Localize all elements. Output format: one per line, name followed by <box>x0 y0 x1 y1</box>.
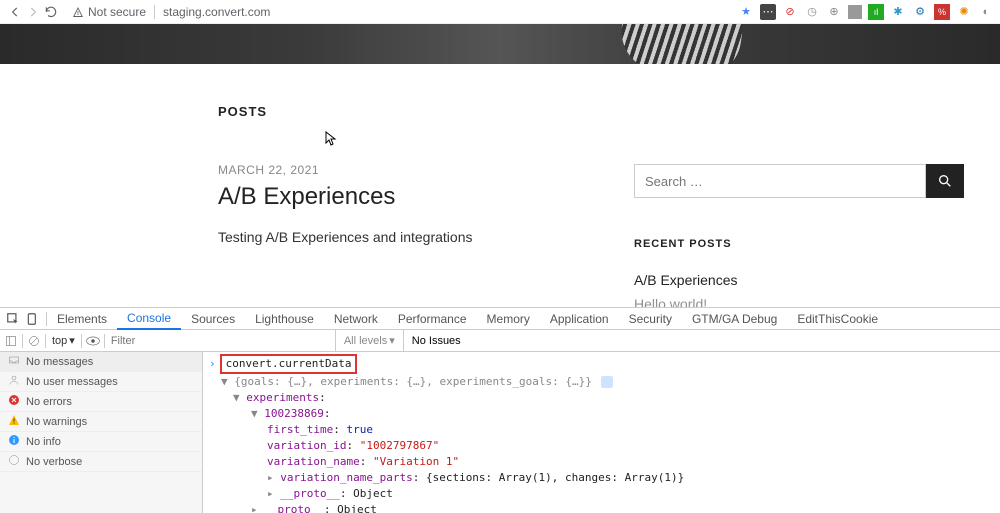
ext-icon[interactable]: ⊕ <box>826 4 842 20</box>
console-toolbar: top▾ All levels▾ No Issues <box>0 330 1000 352</box>
devtools-tab-memory[interactable]: Memory <box>477 308 540 330</box>
devtools-tab-gtmgadebug[interactable]: GTM/GA Debug <box>682 308 787 330</box>
inbox-icon <box>8 354 20 369</box>
warning-icon <box>8 414 20 429</box>
console-sidebar: No messagesNo user messagesNo errorsNo w… <box>0 352 203 513</box>
devtools-tab-application[interactable]: Application <box>540 308 619 330</box>
ext-icon[interactable]: ◷ <box>804 4 820 20</box>
device-icon[interactable] <box>26 312 40 326</box>
console-filter-user[interactable]: No user messages <box>0 372 202 392</box>
prompt-caret-icon: › <box>209 356 216 372</box>
recent-posts-title: RECENT POSTS <box>634 238 964 250</box>
console-filter-error[interactable]: No errors <box>0 392 202 412</box>
devtools-tab-lighthouse[interactable]: Lighthouse <box>245 308 324 330</box>
verbose-icon <box>8 454 20 469</box>
ext-icon[interactable] <box>848 5 862 19</box>
security-indicator[interactable]: Not secure <box>72 5 146 19</box>
ext-icon[interactable]: ⋯ <box>760 4 776 20</box>
inspect-icon[interactable] <box>6 312 20 326</box>
header-image <box>0 24 1000 64</box>
chevron-down-icon: ▾ <box>389 334 395 347</box>
page-content: POSTS MARCH 22, 2021 A/B Experiences Tes… <box>0 64 1000 316</box>
devtools-tab-editthiscookie[interactable]: EditThisCookie <box>787 308 888 330</box>
forward-button[interactable] <box>24 5 42 19</box>
browser-toolbar: Not secure staging.convert.com ★ ⋯ ⊘ ◷ ⊕… <box>0 0 1000 24</box>
sidebar-toggle-icon[interactable] <box>0 335 22 347</box>
section-title: POSTS <box>218 104 620 119</box>
log-levels-dropdown[interactable]: All levels▾ <box>335 330 404 352</box>
ext-icon[interactable]: ⚙ <box>912 4 928 20</box>
console-filter-inbox[interactable]: No messages <box>0 352 202 372</box>
no-issues-label[interactable]: No Issues <box>404 335 469 347</box>
post-excerpt: Testing A/B Experiences and integrations <box>218 229 620 245</box>
search-form <box>634 164 964 198</box>
recent-post-link[interactable]: A/B Experiences <box>634 268 964 292</box>
devtools-tab-sources[interactable]: Sources <box>181 308 245 330</box>
reload-button[interactable] <box>42 5 60 19</box>
console-filter-verbose[interactable]: No verbose <box>0 452 202 472</box>
address-url[interactable]: staging.convert.com <box>163 5 270 19</box>
devtools-tab-elements[interactable]: Elements <box>47 308 117 330</box>
ext-icon[interactable]: % <box>934 4 950 20</box>
not-secure-label: Not secure <box>88 5 146 19</box>
search-button[interactable] <box>926 164 964 198</box>
address-separator <box>154 5 155 19</box>
devtools-tabs: ElementsConsoleSourcesLighthouseNetworkP… <box>0 308 1000 330</box>
devtools-tab-performance[interactable]: Performance <box>388 308 477 330</box>
console-output[interactable]: › convert.currentData ▼ {goals: {…}, exp… <box>203 352 1000 513</box>
main-column: POSTS MARCH 22, 2021 A/B Experiences Tes… <box>0 104 620 316</box>
blog-sidebar: RECENT POSTS A/B Experiences Hello world… <box>634 104 964 316</box>
console-command: convert.currentData <box>220 354 358 374</box>
user-icon <box>8 374 20 389</box>
live-expression-icon[interactable] <box>82 336 104 346</box>
star-icon[interactable]: ★ <box>738 4 754 20</box>
search-input[interactable] <box>634 164 926 198</box>
info-icon <box>8 434 20 449</box>
ext-icon[interactable]: ✱ <box>890 4 906 20</box>
error-icon <box>8 394 20 409</box>
console-filter-info[interactable]: No info <box>0 432 202 452</box>
clear-console-icon[interactable] <box>23 335 45 347</box>
post-title[interactable]: A/B Experiences <box>218 183 620 211</box>
post-date: MARCH 22, 2021 <box>218 163 620 177</box>
devtools-panel: ElementsConsoleSourcesLighthouseNetworkP… <box>0 307 1000 513</box>
copy-icon[interactable] <box>601 376 613 388</box>
console-filter-warning[interactable]: No warnings <box>0 412 202 432</box>
ext-icon[interactable]: ıl <box>868 4 884 20</box>
ext-icon[interactable]: ◐ <box>978 4 994 20</box>
ext-icon[interactable]: ⊘ <box>782 4 798 20</box>
ext-icon[interactable]: ✺ <box>956 4 972 20</box>
chevron-down-icon: ▾ <box>69 334 75 347</box>
devtools-tab-security[interactable]: Security <box>619 308 682 330</box>
devtools-tab-network[interactable]: Network <box>324 308 388 330</box>
search-icon <box>937 173 953 189</box>
context-dropdown[interactable]: top▾ <box>46 334 81 347</box>
back-button[interactable] <box>6 5 24 19</box>
extension-icons: ★ ⋯ ⊘ ◷ ⊕ ıl ✱ ⚙ % ✺ ◐ <box>738 4 994 20</box>
console-filter-input[interactable] <box>105 331 335 351</box>
devtools-tab-console[interactable]: Console <box>117 308 181 330</box>
